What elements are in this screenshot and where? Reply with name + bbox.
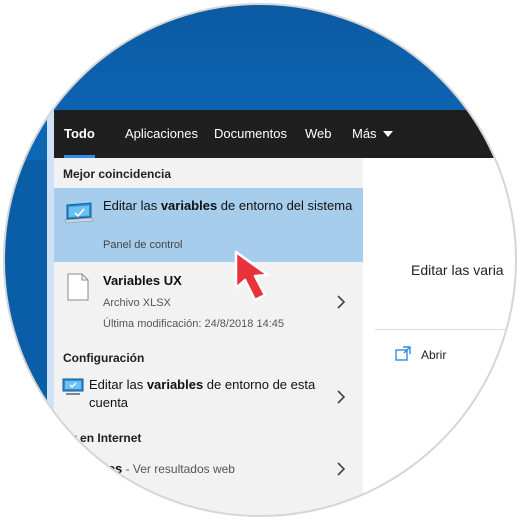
- chevron-right-icon[interactable]: [336, 462, 346, 476]
- section-web: rcar en Internet: [54, 431, 142, 445]
- tab-label: Documentos: [214, 126, 287, 141]
- preview-title: Editar las varia: [411, 262, 504, 278]
- title-highlight: variables: [146, 377, 204, 392]
- title-highlight: ables: [89, 461, 123, 476]
- section-settings: Configuración: [63, 351, 145, 365]
- search-filter-tabs: Todo Aplicaciones Documentos Web Más: [54, 110, 520, 158]
- title-highlight: variables: [160, 198, 218, 213]
- tab-documents[interactable]: Documentos: [214, 110, 287, 158]
- chevron-right-icon[interactable]: [336, 390, 346, 404]
- control-panel-monitor-icon: [64, 202, 94, 224]
- file-type: Archivo XLSX: [103, 297, 171, 309]
- file-result[interactable]: Variables UX Archivo XLSX Última modific…: [54, 262, 363, 342]
- section-best-match: Mejor coincidencia: [63, 167, 172, 181]
- file-icon: [67, 273, 89, 301]
- tab-label: Web: [305, 126, 332, 141]
- title-text: de entorno del sistema: [217, 198, 353, 213]
- file-title: Variables UX: [103, 273, 182, 288]
- chevron-down-icon: [382, 130, 393, 137]
- file-modified: Última modificación: 24/8/2018 14:45: [103, 318, 284, 330]
- tab-more[interactable]: Más: [352, 110, 393, 158]
- open-window-icon: [395, 346, 411, 361]
- chevron-right-icon[interactable]: [336, 295, 346, 309]
- tab-web[interactable]: Web: [305, 110, 332, 158]
- best-match-title: Editar las variables de entorno del sist…: [103, 197, 353, 215]
- start-menu-edge: [47, 110, 54, 520]
- tab-label: Aplicaciones: [125, 126, 198, 141]
- tab-apps[interactable]: Aplicaciones: [125, 110, 198, 158]
- settings-title: Editar las variables de entorno de esta …: [89, 376, 329, 412]
- web-title: ables - Ver resultados web: [89, 460, 235, 478]
- results-panel: Mejor coincidencia Editar las variables …: [54, 158, 363, 520]
- preview-divider: [375, 329, 520, 330]
- tab-all[interactable]: Todo: [64, 110, 95, 158]
- preview-panel: Editar las varia Abrir: [363, 158, 520, 520]
- best-match-result[interactable]: Editar las variables de entorno del sist…: [54, 188, 363, 262]
- open-label: Abrir: [421, 348, 447, 362]
- screenshot-stage: Todo Aplicaciones Documentos Web Más Mej…: [0, 0, 520, 520]
- title-text: Editar las: [103, 198, 161, 213]
- web-result[interactable]: ables - Ver resultados web: [54, 454, 363, 488]
- settings-result[interactable]: Editar las variables de entorno de esta …: [54, 372, 363, 422]
- pointer-arrow-icon: [234, 250, 270, 302]
- best-match-subtitle: Panel de control: [103, 239, 183, 251]
- monitor-icon: [62, 378, 84, 395]
- tab-label: Más: [352, 126, 377, 141]
- title-text: Editar las: [89, 377, 147, 392]
- web-hint: - Ver resultados web: [122, 462, 235, 476]
- tab-label: Todo: [64, 126, 95, 141]
